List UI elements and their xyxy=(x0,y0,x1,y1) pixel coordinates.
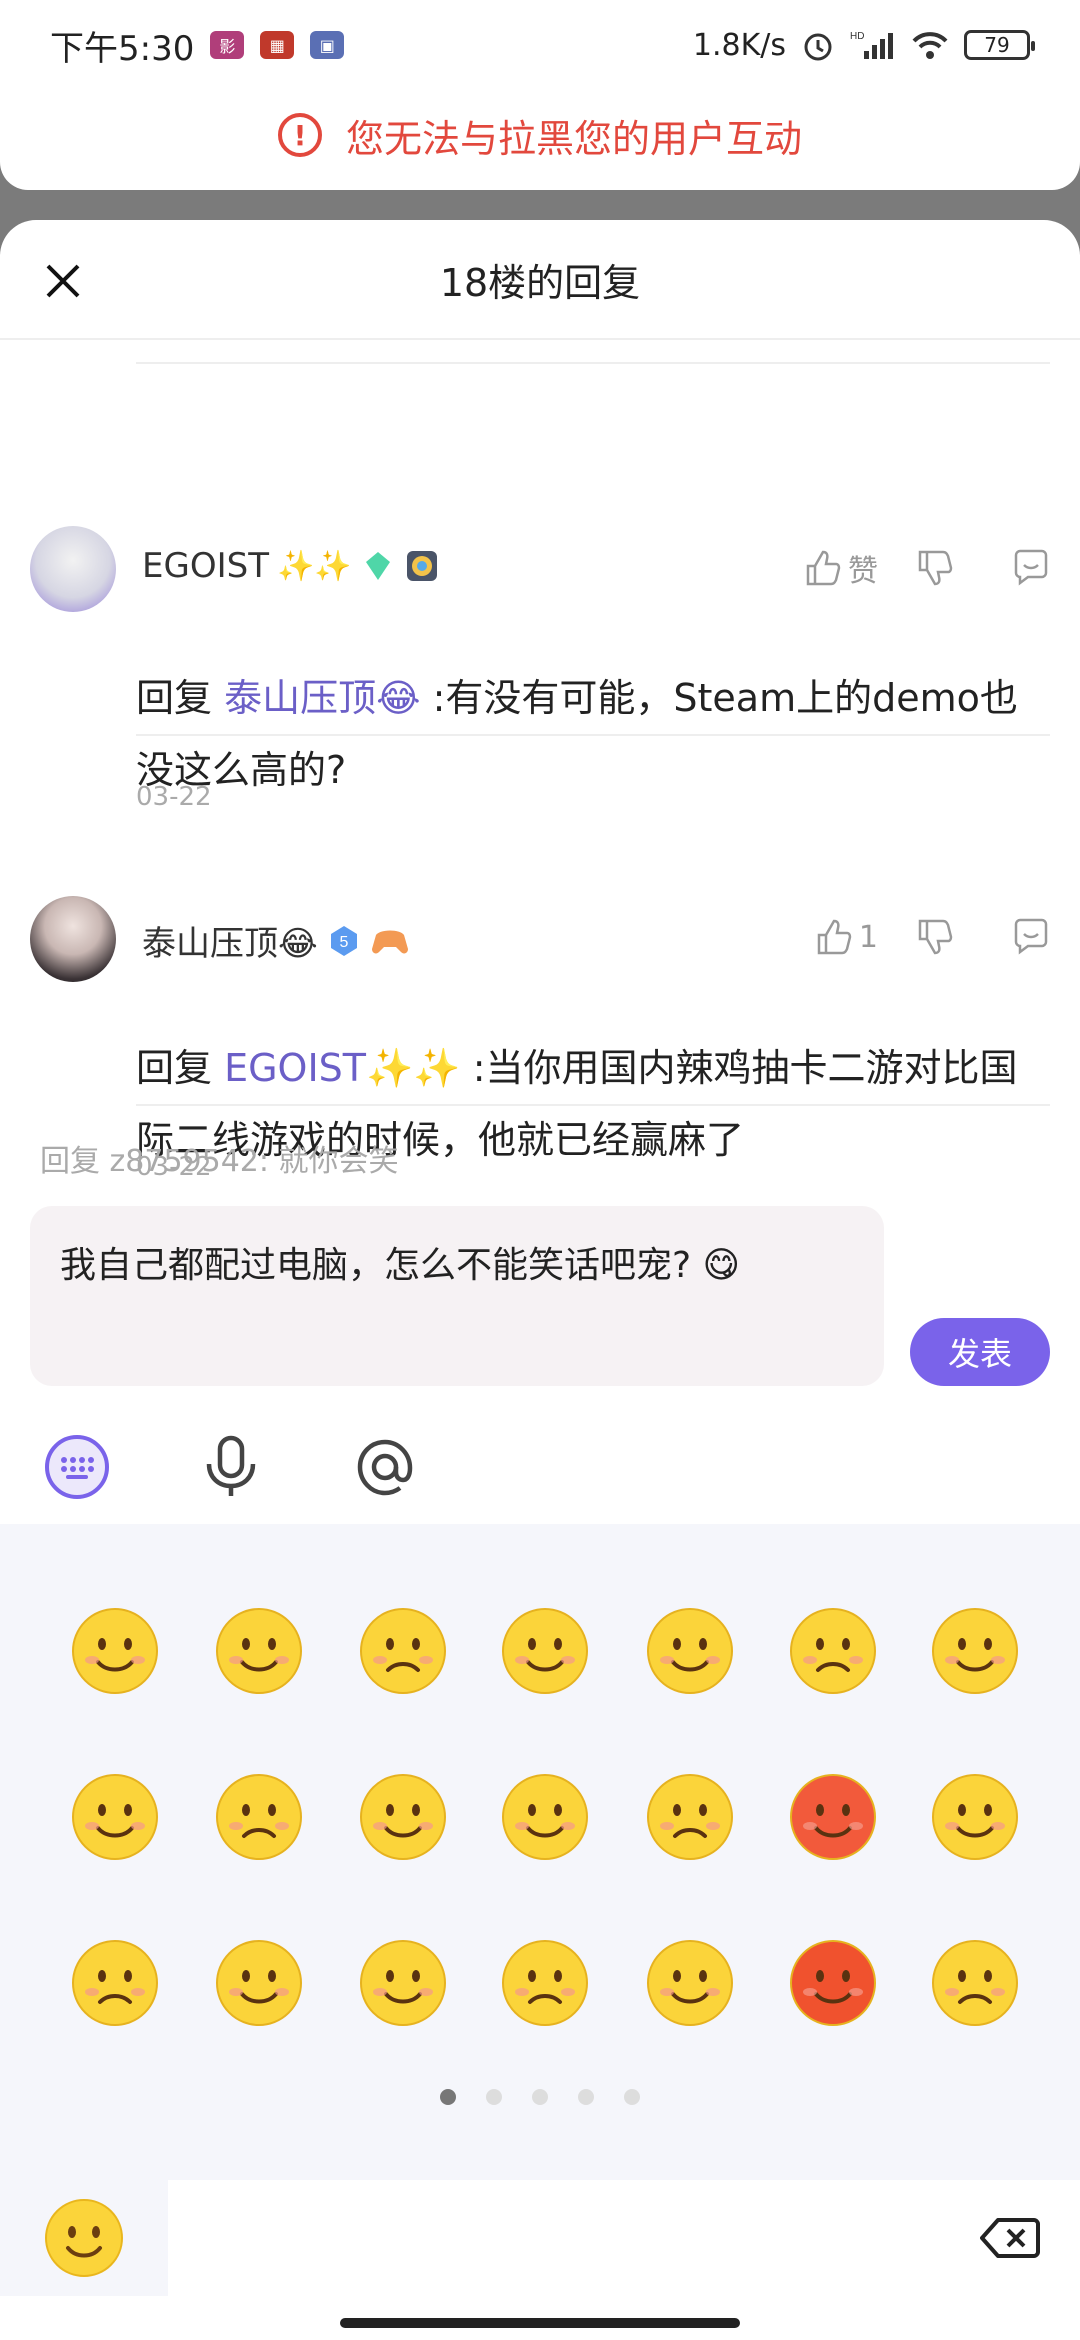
block-toast: ! 您无法与拉黑您的用户互动 xyxy=(0,100,1080,170)
thumbs-down-icon[interactable] xyxy=(914,917,954,957)
divider xyxy=(136,734,1050,736)
alert-icon: ! xyxy=(277,113,322,157)
grimace-emoji-icon[interactable] xyxy=(500,1772,590,1862)
screen: 下午5:30 影 ▦ ▣ 1.8K/s HD 79 ! 您无法与拉黑您的用户互动… xyxy=(0,0,1080,2340)
backspace-icon[interactable] xyxy=(980,2216,1040,2260)
toast-text: 您无法与拉黑您的用户互动 xyxy=(345,116,802,161)
mention-link[interactable]: EGOIST✨✨ xyxy=(224,1046,461,1090)
frown-emoji-icon[interactable] xyxy=(645,1772,735,1862)
shy-emoji-icon[interactable] xyxy=(930,1606,1020,1696)
page-indicator xyxy=(0,2089,1080,2105)
page-dot[interactable] xyxy=(578,2089,594,2105)
divider xyxy=(136,362,1050,364)
cry-emoji-icon[interactable] xyxy=(214,1938,304,2028)
cover-mouth-emoji-icon[interactable] xyxy=(214,1772,304,1862)
thumbs-down-icon[interactable] xyxy=(914,548,954,588)
tongue-emoji-icon[interactable] xyxy=(358,1606,448,1696)
svg-text:5: 5 xyxy=(339,934,348,951)
page-dot[interactable] xyxy=(532,2089,548,2105)
comment-date: 03-22 xyxy=(136,782,212,812)
sneeze-emoji-icon[interactable] xyxy=(500,1938,590,2028)
gamepad-badge-icon xyxy=(371,930,408,953)
close-icon[interactable] xyxy=(38,256,88,306)
medal-badge-icon xyxy=(406,551,437,581)
shrug-emoji-icon[interactable] xyxy=(930,1938,1020,2028)
signal-icon: HD xyxy=(850,31,893,59)
smile-emoji-icon[interactable] xyxy=(70,1606,160,1696)
sheet-header: 18楼的回复 xyxy=(0,220,1080,340)
sheet-title: 18楼的回复 xyxy=(439,260,641,305)
battery-icon: 79 xyxy=(964,30,1035,60)
emoji-category-tab[interactable] xyxy=(0,2180,168,2296)
hug-emoji-icon[interactable] xyxy=(500,1606,590,1696)
emoji-panel xyxy=(0,1524,1080,2180)
smile-emoji-icon xyxy=(45,2199,123,2277)
mention-link[interactable]: 泰山压顶😂 xyxy=(224,676,420,720)
level-badge-icon: 5 xyxy=(330,925,357,956)
svg-text:HD: HD xyxy=(850,31,864,42)
like-button[interactable]: 1 xyxy=(813,917,878,957)
angry-teeth-emoji-icon[interactable] xyxy=(788,1772,878,1862)
divider xyxy=(136,1104,1050,1106)
grin-emoji-icon[interactable] xyxy=(214,1606,304,1696)
puppy-eyes-emoji-icon[interactable] xyxy=(70,1772,160,1862)
top-card: 下午5:30 影 ▦ ▣ 1.8K/s HD 79 ! 您无法与拉黑您的用户互动 xyxy=(0,0,1080,190)
wifi-icon xyxy=(912,32,948,59)
app-notification-icon: 影 xyxy=(210,31,245,59)
home-indicator[interactable] xyxy=(340,2318,740,2328)
angry-red-emoji-icon[interactable] xyxy=(788,1938,878,2028)
sparkle-icon: ✨✨ xyxy=(276,548,352,584)
avatar[interactable] xyxy=(30,526,116,612)
thumbs-up-icon xyxy=(806,550,841,586)
status-bar: 下午5:30 影 ▦ ▣ 1.8K/s HD 79 xyxy=(0,0,1080,90)
comment-actions: 赞 xyxy=(802,546,1052,590)
thumbs-up-icon xyxy=(817,919,852,955)
comment-author[interactable]: EGOIST ✨✨ xyxy=(142,546,440,586)
comment-actions: 1 xyxy=(813,916,1052,958)
page-dot[interactable] xyxy=(440,2089,456,2105)
diamond-badge-icon xyxy=(365,552,390,580)
sweat-emoji-icon[interactable] xyxy=(930,1772,1020,1862)
scared-emoji-icon[interactable] xyxy=(645,1938,735,2028)
heart-eyes-emoji-icon[interactable] xyxy=(788,1606,878,1696)
app-notification-icon: ▦ xyxy=(260,31,295,59)
alarm-icon xyxy=(804,33,832,61)
comment-author[interactable]: 泰山压顶😂 5 xyxy=(142,916,410,965)
smug-emoji-icon[interactable] xyxy=(358,1772,448,1862)
app-notification-icon: ▣ xyxy=(310,31,345,59)
avatar[interactable] xyxy=(30,896,116,982)
laugh-emoji-icon[interactable] xyxy=(645,1606,735,1696)
emoji-tab-bar xyxy=(0,2180,1080,2340)
think-emoji-icon[interactable] xyxy=(358,1938,448,2028)
comment-date: 03-22 xyxy=(136,1152,212,1182)
dizzy-emoji-icon[interactable] xyxy=(70,1938,160,2028)
reply-icon[interactable] xyxy=(1010,547,1052,589)
page-dot[interactable] xyxy=(486,2089,502,2105)
page-dot[interactable] xyxy=(624,2089,640,2105)
like-button[interactable]: 赞 xyxy=(802,546,878,590)
status-time: 下午5:30 xyxy=(50,28,195,69)
reply-icon[interactable] xyxy=(1010,916,1052,958)
net-speed: 1.8K/s xyxy=(692,27,786,63)
